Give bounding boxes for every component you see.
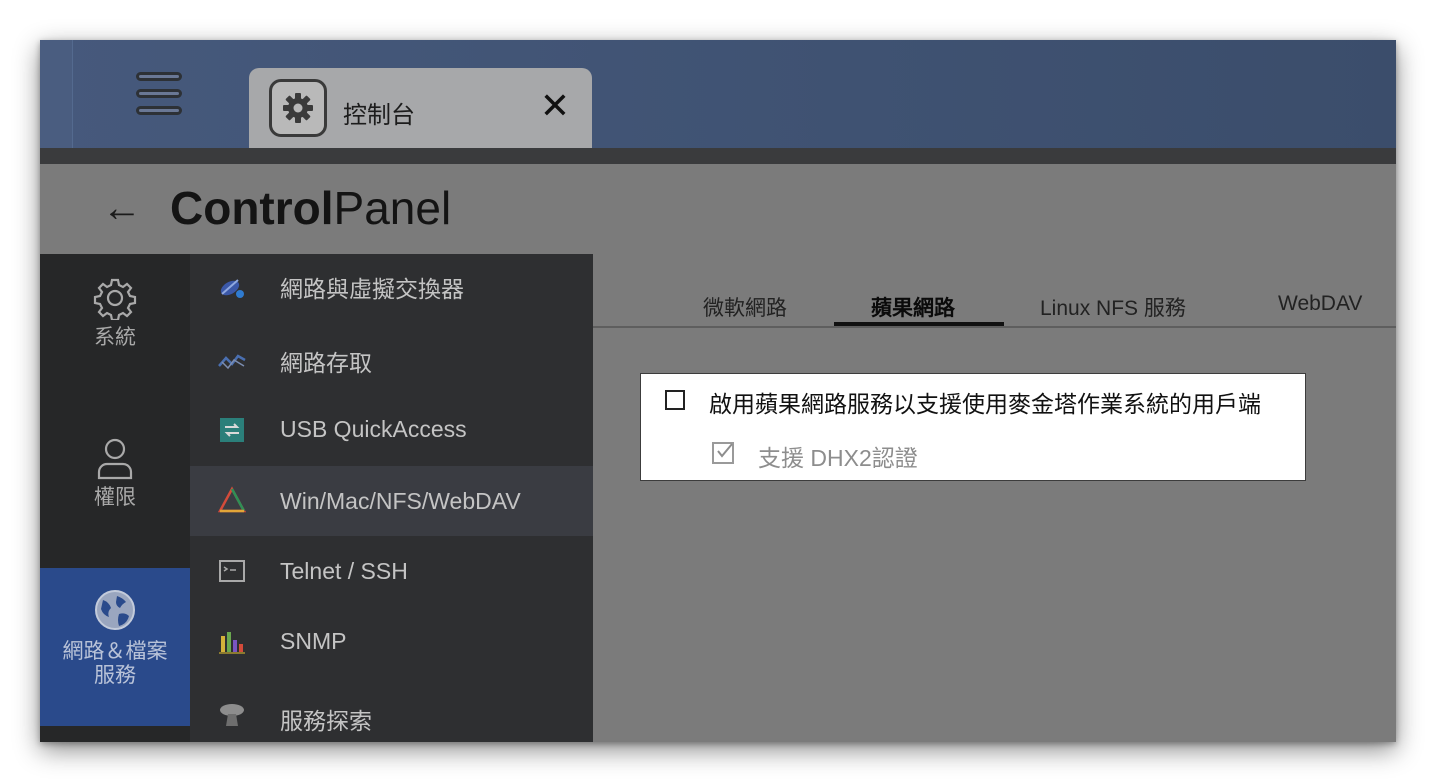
satellite-dish-icon xyxy=(220,704,244,726)
sub-item-label: Win/Mac/NFS/WebDAV xyxy=(280,488,521,514)
tab-webdav[interactable]: WebDAV xyxy=(1278,292,1362,316)
terminal-icon xyxy=(219,560,245,582)
enable-afp-label: 啟用蘋果網路服務以支援使用麥金塔作業系統的用戶端 xyxy=(709,391,1261,417)
sub-item-telnet-ssh[interactable]: Telnet / SSH xyxy=(190,538,593,608)
sub-item-usb-quickaccess[interactable]: USB QuickAccess xyxy=(190,396,593,466)
sub-item-label: 服務探索 xyxy=(280,708,372,734)
rail-label-network-line2: 服務 xyxy=(94,664,136,687)
tab-apple-networking[interactable]: 蘋果網路 xyxy=(871,292,955,322)
apple-networking-options-panel: 啟用蘋果網路服務以支援使用麥金塔作業系統的用戶端 支援 DHX2認證 xyxy=(640,373,1306,481)
page-title-light: Panel xyxy=(333,182,452,234)
user-outline-icon xyxy=(97,438,133,480)
category-rail: 系統 權限 網路＆檔案 服務 xyxy=(40,254,190,742)
rail-item-system[interactable]: 系統 xyxy=(40,276,190,376)
main-menu-button[interactable] xyxy=(134,70,188,124)
globe-icon xyxy=(95,590,135,630)
sub-item-label: 網路與虛擬交換器 xyxy=(280,276,464,302)
top-bar-left-strip xyxy=(40,40,73,148)
sub-item-service-discovery[interactable]: 服務探索 xyxy=(190,678,593,742)
checkmark-icon xyxy=(717,443,733,458)
tab-linux-nfs[interactable]: Linux NFS 服務 xyxy=(1040,292,1186,322)
app-tab-control-panel[interactable]: 控制台 ✕ xyxy=(249,68,592,149)
dhx2-checkbox[interactable] xyxy=(712,442,734,464)
tab-microsoft-networking[interactable]: 微軟網路 xyxy=(703,292,787,322)
network-access-icon xyxy=(218,354,246,370)
rail-item-network-file-services[interactable]: 網路＆檔案 服務 xyxy=(40,568,190,726)
usb-quickaccess-icon xyxy=(220,418,244,442)
page-title: ControlPanel xyxy=(170,182,451,234)
sub-item-snmp[interactable]: SNMP xyxy=(190,608,593,678)
rail-label-system: 系統 xyxy=(94,326,136,349)
gear-outline-icon xyxy=(93,278,137,320)
dhx2-label: 支援 DHX2認證 xyxy=(758,445,918,471)
rail-label-permissions: 權限 xyxy=(94,486,136,509)
gear-icon xyxy=(269,79,327,137)
app-header: ← ControlPanel xyxy=(40,164,1396,254)
sub-item-label: USB QuickAccess xyxy=(280,416,467,442)
top-bar-divider xyxy=(40,148,1396,164)
network-switch-icon xyxy=(220,279,244,298)
submenu-list: 網路與虛擬交換器 網路存取 USB QuickAccess Win/Mac/NF… xyxy=(190,254,593,742)
sub-item-network-access[interactable]: 網路存取 xyxy=(190,326,593,396)
sub-item-label: SNMP xyxy=(280,628,347,654)
active-tab-indicator xyxy=(834,322,1004,326)
sub-item-label: Telnet / SSH xyxy=(280,558,408,584)
page-title-bold: Control xyxy=(170,182,334,234)
tab-title: 控制台 xyxy=(343,102,415,129)
back-arrow-icon[interactable]: ← xyxy=(102,186,142,230)
menu-line-icon xyxy=(136,106,182,115)
control-panel-window: 控制台 ✕ ← ControlPanel 系統 權限 網路＆檔案 服務 網路與虛… xyxy=(40,40,1396,742)
bar-chart-icon xyxy=(219,632,245,654)
content-area: 微軟網路 蘋果網路 Linux NFS 服務 WebDAV 啟用蘋果網路服務以支… xyxy=(593,254,1396,742)
menu-line-icon xyxy=(136,89,182,98)
sub-item-win-mac-nfs-webdav[interactable]: Win/Mac/NFS/WebDAV xyxy=(190,466,593,536)
close-icon[interactable]: ✕ xyxy=(535,86,575,126)
top-bar: 控制台 ✕ xyxy=(40,40,1396,149)
menu-line-icon xyxy=(136,72,182,81)
enable-afp-checkbox[interactable] xyxy=(665,390,685,410)
sub-item-network-virtual-switch[interactable]: 網路與虛擬交換器 xyxy=(190,254,593,324)
rail-label-network-line1: 網路＆檔案 xyxy=(62,640,168,663)
sub-item-label: 網路存取 xyxy=(280,350,372,376)
rail-item-permissions[interactable]: 權限 xyxy=(40,436,190,536)
win-mac-nfs-icon xyxy=(218,486,246,513)
